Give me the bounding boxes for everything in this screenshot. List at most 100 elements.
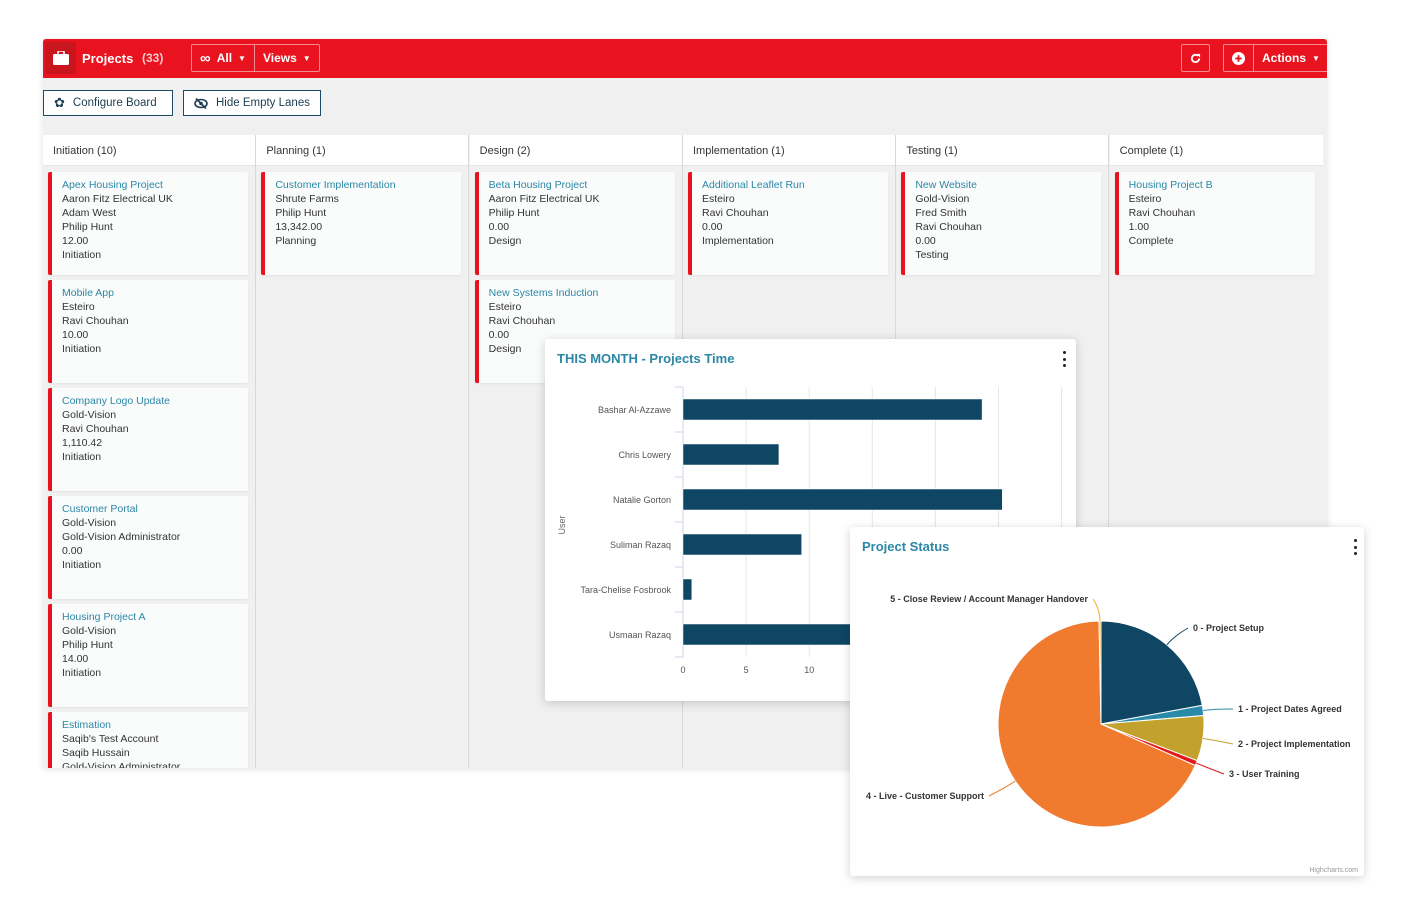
project-card-field: 0.00: [701, 221, 723, 233]
project-card-field: Complete: [1128, 235, 1174, 247]
project-card[interactable]: Company Logo Update Gold-Vision Ravi Chouh…: [48, 388, 248, 491]
category-label: Chris Lowery: [618, 450, 671, 460]
project-card-title[interactable]: Customer Implementation: [275, 178, 461, 192]
project-card[interactable]: Housing Project B Esteiro Ravi Chouhan 1.00…: [1114, 172, 1315, 275]
eye-slash-icon: [194, 97, 208, 109]
caret-down-icon: ▼: [1312, 53, 1320, 63]
project-card-title[interactable]: Apex Housing Project: [62, 178, 248, 192]
top-bar: Projects (33) ∞ All ▼ Views ▼ Actions ▼: [43, 39, 1327, 78]
bar: [682, 533, 802, 556]
lane-header: Initiation (10): [43, 135, 255, 166]
project-card-field: Esteiro: [1128, 193, 1162, 205]
project-card-title[interactable]: Mobile App: [62, 286, 248, 300]
connector-line: [1092, 598, 1101, 622]
project-count: (33): [142, 51, 164, 65]
category-label: Usmaan Razaq: [609, 630, 671, 640]
project-card-title[interactable]: Customer Portal: [62, 502, 248, 516]
slice-label: 0 - Project Setup: [1193, 623, 1265, 633]
project-card-field: Ravi Chouhan: [62, 423, 129, 435]
project-status-chart: 0 - Project Setup 1 - Project Dates Agree…: [866, 594, 1351, 828]
lane-header: Implementation (1): [682, 135, 895, 166]
project-card-title[interactable]: Housing Project B: [1129, 178, 1315, 192]
project-card-title[interactable]: Estimation: [62, 718, 248, 732]
bar: [682, 488, 1003, 511]
refresh-icon: [1190, 53, 1201, 63]
caret-down-icon: ▼: [302, 53, 311, 63]
project-card-title[interactable]: Beta Housing Project: [489, 178, 675, 192]
project-card-title[interactable]: Company Logo Update: [62, 394, 248, 408]
project-card[interactable]: Housing Project A Gold-Vision Philip Hunt 1…: [48, 604, 248, 707]
x-tick-label: 10: [804, 665, 814, 675]
project-card-field: Adam West: [62, 207, 117, 219]
configure-board-label: Configure Board: [72, 97, 157, 109]
bar: [682, 623, 860, 646]
project-card-field: Philip Hunt: [62, 221, 113, 233]
project-card[interactable]: Apex Housing Project Aaron Fitz Electrica…: [48, 172, 248, 275]
project-card-field: Philip Hunt: [62, 639, 113, 651]
add-button[interactable]: [1224, 45, 1253, 71]
project-card[interactable]: Estimation Saqib's Test Account Saqib Huss…: [48, 712, 248, 768]
filter-views-group: ∞ All ▼ Views ▼: [191, 44, 320, 72]
configure-board-button[interactable]: ✿ Configure Board: [43, 90, 173, 116]
filter-all-dropdown[interactable]: ∞ All ▼: [192, 45, 254, 71]
project-card-field: Aaron Fitz Electrical UK: [488, 193, 600, 205]
connector-line: [1166, 627, 1189, 646]
project-card-field: 0.00: [62, 545, 83, 557]
project-card-field: Initiation: [62, 343, 102, 355]
project-card[interactable]: Customer Portal Gold-Vision Gold-Vision Ad…: [48, 496, 248, 599]
project-card[interactable]: Mobile App Esteiro Ravi Chouhan 10.00 Initia…: [48, 280, 248, 383]
actions-label: Actions: [1262, 51, 1307, 65]
lane-header: Design (2): [469, 135, 682, 166]
bar: [682, 398, 983, 421]
project-card-title[interactable]: Housing Project A: [62, 610, 248, 624]
project-card-field: Ravi Chouhan: [1128, 207, 1196, 219]
lane-header: Planning (1): [256, 135, 469, 166]
project-card-field: Initiation: [62, 559, 102, 571]
project-card-field: Esteiro: [62, 301, 95, 313]
category-label: Tara-Chelise Fosbrook: [580, 585, 671, 595]
project-card-field: Ravi Chouhan: [915, 221, 982, 233]
project-card-field: Ravi Chouhan: [488, 315, 556, 327]
project-card-field: Philip Hunt: [488, 207, 540, 219]
project-card-field: Philip Hunt: [275, 207, 327, 219]
project-card-field: 1.00: [1128, 221, 1150, 233]
refresh-button[interactable]: [1182, 45, 1209, 71]
project-card[interactable]: New Website Gold-Vision Fred Smith Ravi Cho…: [901, 172, 1102, 275]
infinity-icon: ∞: [200, 49, 211, 67]
project-card-field: Esteiro: [701, 193, 735, 205]
refresh-group: [1181, 44, 1210, 72]
hide-empty-lanes-button[interactable]: Hide Empty Lanes: [183, 90, 321, 116]
category-label: Bashar Al-Azzawe: [598, 405, 671, 415]
project-card-field: Gold-Vision Administrator: [62, 531, 181, 543]
actions-dropdown[interactable]: Actions ▼: [1253, 45, 1327, 71]
lane: Initiation (10) Apex Housing Project Aaron…: [43, 135, 256, 768]
project-card-title[interactable]: New Website: [915, 178, 1101, 192]
slice-label: 4 - Live - Customer Support: [866, 791, 984, 801]
hide-empty-lanes-label: Hide Empty Lanes: [216, 97, 310, 109]
project-card-field: Testing: [915, 249, 949, 261]
project-card-field: Gold-Vision: [62, 517, 117, 529]
views-label: Views: [262, 51, 297, 65]
project-card-field: Design: [488, 235, 522, 247]
slice-label: 2 - Project Implementation: [1238, 739, 1351, 749]
category-label: Suliman Razaq: [610, 540, 671, 550]
category-label: Natalie Gorton: [613, 495, 671, 505]
project-card[interactable]: Beta Housing Project Aaron Fitz Electrica…: [474, 172, 675, 275]
project-card-field: Planning: [275, 235, 317, 247]
project-card[interactable]: Customer Implementation Shrute Farms Phili…: [261, 172, 462, 275]
views-dropdown[interactable]: Views ▼: [253, 45, 319, 71]
project-card[interactable]: Additional Leaflet Run Esteiro Ravi Chouha…: [687, 172, 888, 275]
lane-header: Testing (1): [896, 135, 1109, 166]
project-card-field: 0.00: [915, 235, 936, 247]
actions-group: Actions ▼: [1223, 44, 1327, 72]
x-tick-label: 5: [744, 665, 749, 675]
page-title: Projects: [82, 51, 134, 66]
project-card-title[interactable]: New Systems Induction: [489, 286, 675, 300]
project-card-field: Initiation: [62, 451, 102, 463]
briefcase-icon: [45, 42, 76, 74]
project-card-title[interactable]: Additional Leaflet Run: [702, 178, 888, 192]
bar: [682, 578, 693, 601]
slice-label: 3 - User Training: [1229, 769, 1300, 779]
project-card-field: Initiation: [62, 667, 102, 679]
lane-header: Complete (1): [1109, 135, 1323, 166]
